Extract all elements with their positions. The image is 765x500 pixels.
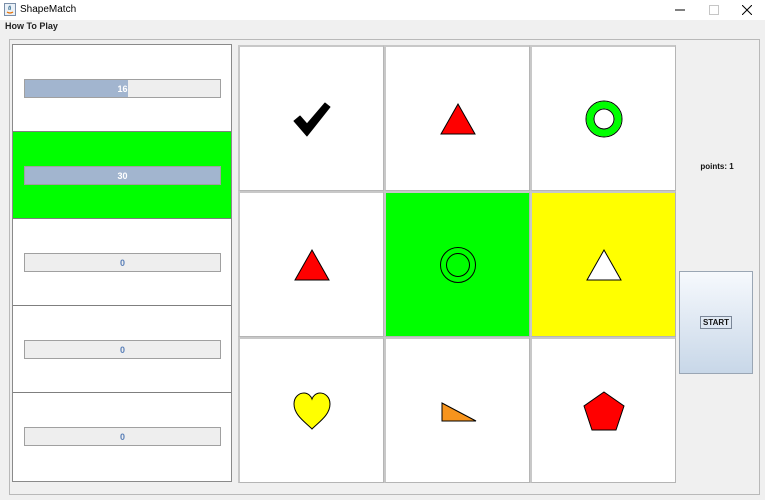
grid-cell-5[interactable] (384, 191, 530, 337)
progress-value-2: 30 (117, 170, 128, 181)
start-button-label: START (699, 316, 733, 329)
grid-cell-7[interactable] (238, 337, 384, 483)
progress-cell-1: 16 (13, 45, 231, 132)
close-icon (742, 5, 752, 15)
close-button[interactable] (730, 0, 764, 20)
minimize-button[interactable] (663, 0, 697, 20)
triangle-icon (439, 102, 476, 134)
menu-how-to-play[interactable]: How To Play (5, 21, 58, 31)
checkmark-icon (293, 102, 330, 136)
shape-grid (238, 45, 676, 483)
grid-cell-2[interactable] (384, 45, 530, 191)
java-app-icon (4, 3, 16, 16)
triangle-icon (585, 248, 622, 280)
progress-cell-3: 0 (13, 219, 231, 306)
progress-cell-4: 0 (13, 306, 231, 393)
grid-cell-9[interactable] (530, 337, 676, 483)
menu-bar: How To Play (0, 20, 765, 34)
title-bar: ShapeMatch (0, 0, 765, 20)
grid-cell-3[interactable] (530, 45, 676, 191)
triangle-icon (293, 248, 330, 280)
maximize-icon (709, 5, 719, 15)
ring-icon (585, 100, 622, 137)
heart-icon (292, 391, 331, 430)
progress-bar-5: 0 (24, 427, 221, 446)
window-title: ShapeMatch (20, 4, 77, 15)
right-triangle-icon (441, 401, 476, 421)
start-button[interactable]: START (679, 271, 753, 374)
grid-cell-1[interactable] (238, 45, 384, 191)
progress-bar-3: 0 (24, 253, 221, 272)
grid-cell-8[interactable] (384, 337, 530, 483)
pentagon-icon (582, 390, 625, 430)
grid-cell-4[interactable] (238, 191, 384, 337)
progress-value-5: 0 (119, 431, 125, 442)
progress-bar-1: 16 (24, 79, 221, 98)
progress-value-4: 0 (119, 344, 125, 355)
progress-bar-2: 30 (24, 166, 221, 185)
progress-value-1: 16 (117, 83, 128, 94)
double-circle-icon (439, 246, 476, 283)
progress-cell-5: 0 (13, 393, 231, 480)
progress-panel: 16 30 0 0 0 (12, 44, 232, 482)
progress-cell-2: 30 (13, 132, 231, 219)
progress-value-3: 0 (119, 257, 125, 268)
grid-cell-6[interactable] (530, 191, 676, 337)
progress-bar-4: 0 (24, 340, 221, 359)
minimize-icon (675, 9, 685, 11)
maximize-button[interactable] (697, 0, 731, 20)
points-label: points: 1 (700, 162, 734, 171)
